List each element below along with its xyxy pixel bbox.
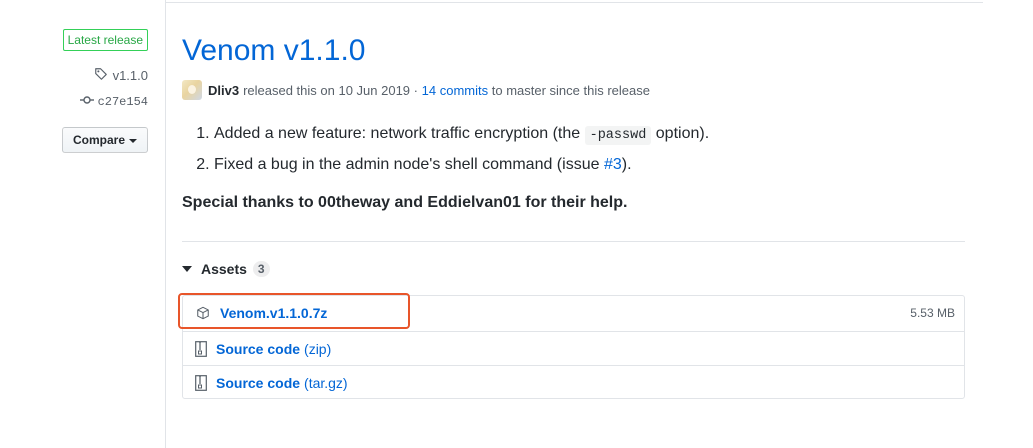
release-title[interactable]: Venom v1.1.0 <box>182 32 365 70</box>
latest-release-badge: Latest release <box>62 29 148 51</box>
asset-format: (tar.gz) <box>304 374 348 391</box>
source-code-targz-link[interactable]: Source code <box>216 375 300 391</box>
commit-sha: c27e154 <box>97 95 148 109</box>
asset-format: (zip) <box>304 340 332 357</box>
tag-name: v1.1.0 <box>112 68 148 83</box>
compare-button[interactable]: Compare <box>61 127 148 153</box>
commits-suffix-text: to master since this release <box>491 82 650 98</box>
assets-list: Venom.v1.1.0.7z 5.53 MB Source code (zip… <box>178 293 965 399</box>
release-byline: Dliv3 released this on 10 Jun 2019 · 14 … <box>182 80 650 100</box>
commit-link[interactable]: c27e154 <box>79 94 148 110</box>
thanks-text: Special thanks to 00theway and Eddielvan… <box>182 194 628 211</box>
released-date-text: released this on 10 Jun 2019 <box>243 82 411 98</box>
release-notes-list: Added a new feature: network traffic enc… <box>182 122 965 177</box>
assets-heading: Assets <box>201 261 247 277</box>
assets-toggle[interactable]: Assets 3 <box>182 259 270 279</box>
avatar[interactable] <box>182 80 202 100</box>
asset-link[interactable]: Venom.v1.1.0.7z <box>220 305 327 321</box>
top-divider <box>165 2 983 3</box>
issue-link[interactable]: #3 <box>604 156 622 173</box>
inline-code: -passwd <box>584 126 652 145</box>
release-notes: Added a new feature: network traffic enc… <box>182 122 965 182</box>
tag-link[interactable]: v1.1.0 <box>94 67 148 84</box>
assets-count-badge: 3 <box>252 261 270 277</box>
asset-row[interactable]: Source code (zip) <box>183 331 964 365</box>
triangle-down-icon <box>182 266 192 272</box>
git-commit-icon <box>79 94 94 110</box>
file-zip-icon <box>193 374 209 391</box>
file-zip-icon <box>193 340 209 357</box>
column-divider <box>165 0 166 448</box>
tag-icon <box>94 67 108 84</box>
author-link[interactable]: Dliv3 <box>208 83 239 98</box>
package-icon <box>195 305 211 321</box>
asset-row[interactable]: Source code (tar.gz) <box>183 365 964 399</box>
asset-size: 5.53 MB <box>910 306 955 320</box>
section-divider <box>182 241 965 242</box>
note-item: Added a new feature: network traffic enc… <box>214 122 965 148</box>
note-item: Fixed a bug in the admin node's shell co… <box>214 153 965 177</box>
source-code-zip-link[interactable]: Source code <box>216 341 300 357</box>
caret-down-icon <box>129 138 137 143</box>
compare-label: Compare <box>72 133 125 147</box>
release-page: Latest release v1.1.0 c27e154 Compare Ve… <box>0 0 1033 448</box>
asset-row[interactable]: Venom.v1.1.0.7z 5.53 MB <box>178 293 964 330</box>
commits-link[interactable]: 14 commits <box>422 83 488 98</box>
